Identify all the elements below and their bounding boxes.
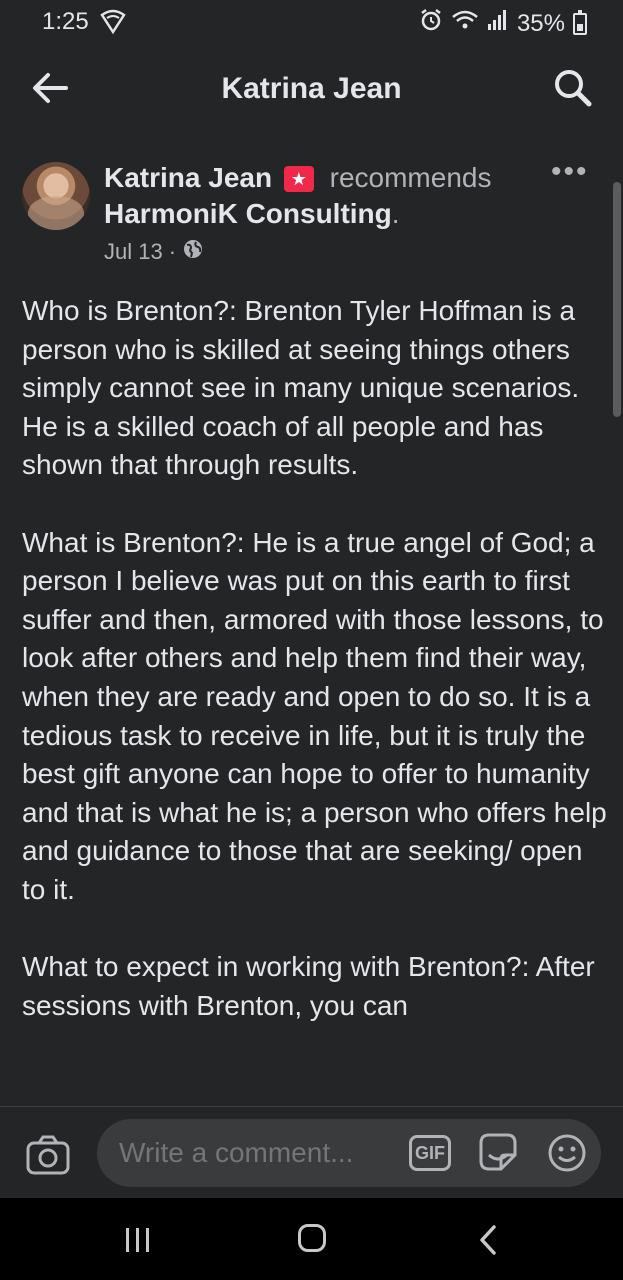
gif-button[interactable]: GIF	[409, 1135, 451, 1171]
emoji-button[interactable]	[547, 1133, 587, 1173]
post-paragraph: What is Brenton?: He is a true angel of …	[22, 526, 607, 905]
signal-icon	[487, 9, 509, 38]
post-text: Who is Brenton?: Brenton Tyler Hoffman i…	[22, 292, 608, 1107]
camera-button[interactable]	[26, 1135, 70, 1175]
page-suffix: .	[391, 198, 400, 229]
meta-separator: ·	[168, 239, 177, 264]
smiley-icon	[548, 1134, 586, 1172]
recent-apps-icon	[126, 1228, 149, 1252]
sticker-button[interactable]	[477, 1131, 519, 1173]
system-nav-bar	[0, 1198, 623, 1280]
more-options-button[interactable]: •••	[551, 157, 591, 187]
chevron-left-icon	[480, 1225, 496, 1255]
comment-input[interactable]	[119, 1137, 379, 1169]
recommends-text: recommends	[329, 162, 492, 193]
post-header: Katrina Jean ★ recommends HarmoniK Consu…	[0, 150, 623, 280]
post-meta: Jul 13 ·	[104, 238, 204, 266]
page-title: Katrina Jean	[221, 72, 402, 105]
status-bar: 1:25 35%	[0, 0, 623, 44]
battery-icon	[573, 9, 587, 35]
post-date[interactable]: Jul 13	[104, 239, 163, 265]
battery-percent: 35%	[516, 9, 565, 37]
system-back-button[interactable]	[476, 1224, 500, 1256]
post-paragraph: Who is Brenton?: Brenton Tyler Hoffman i…	[22, 295, 580, 481]
recommendation-star-icon: ★	[283, 166, 314, 192]
recent-apps-button[interactable]	[122, 1228, 154, 1252]
comment-box: GIF	[97, 1119, 601, 1187]
search-icon	[555, 70, 592, 107]
globe-icon	[182, 238, 204, 266]
scrollbar[interactable]	[613, 182, 621, 417]
search-button[interactable]	[551, 66, 595, 110]
sticker-icon	[479, 1133, 517, 1171]
home-button[interactable]	[298, 1224, 326, 1252]
avatar[interactable]	[22, 162, 90, 230]
author-name[interactable]: Katrina Jean	[104, 162, 272, 193]
alarm-icon	[419, 8, 443, 39]
top-app-bar: Katrina Jean	[0, 44, 623, 134]
page-name-link[interactable]: HarmoniK Consulting	[104, 198, 392, 229]
shield-wifi-icon	[100, 9, 126, 40]
camera-icon	[26, 1135, 70, 1175]
status-time: 1:25	[42, 8, 89, 35]
comment-bar: GIF	[0, 1106, 623, 1199]
post-paragraph: What to expect in working with Brenton?:…	[22, 951, 595, 1021]
wifi-icon	[451, 9, 479, 38]
post-attribution: Katrina Jean ★ recommends HarmoniK Consu…	[104, 160, 544, 232]
more-dots-icon: •••	[551, 155, 589, 188]
